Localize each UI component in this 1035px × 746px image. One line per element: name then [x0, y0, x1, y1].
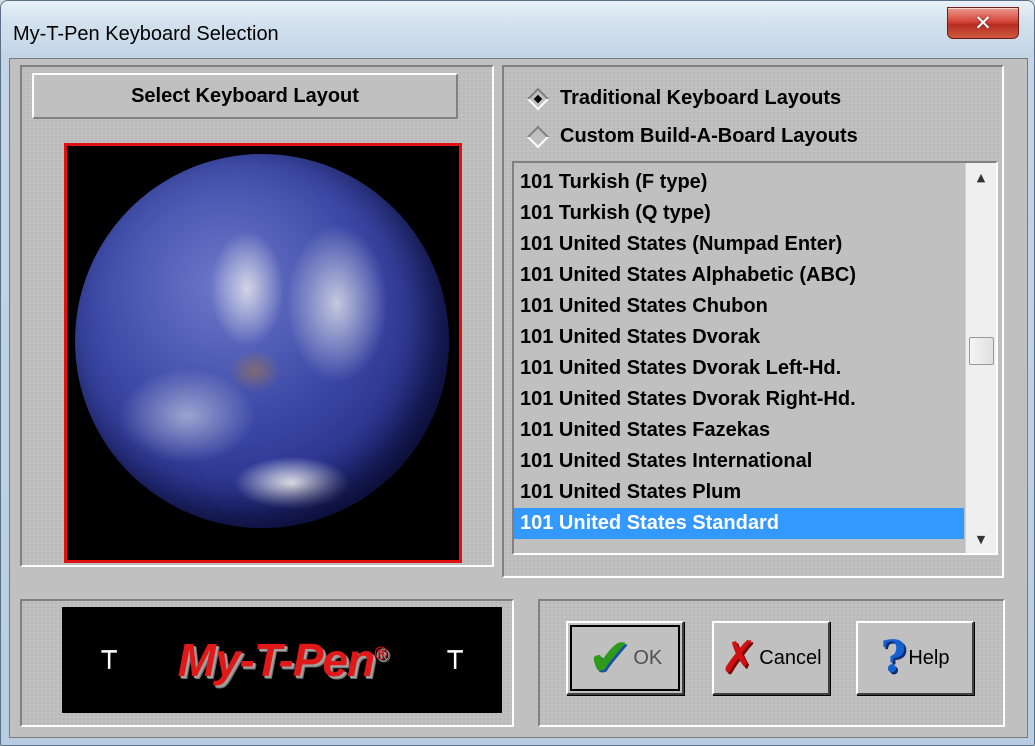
question-mark-icon: ? — [880, 632, 907, 683]
list-item[interactable]: 101 Turkish (F type) — [514, 167, 964, 198]
radio-unchecked-icon — [526, 125, 550, 148]
radio-custom-layouts[interactable]: Custom Build-A-Board Layouts — [524, 125, 858, 148]
red-x-icon: ✗ — [720, 632, 758, 683]
radio-label: Traditional Keyboard Layouts — [560, 87, 842, 109]
pen-pin-icon: ⊤ — [445, 642, 464, 677]
list-item[interactable]: 101 United States Chubon — [514, 291, 964, 322]
keyboard-layout-list[interactable]: 101 Turkish (F type) 101 Turkish (Q type)… — [512, 161, 998, 555]
list-item[interactable]: 101 United States (Numpad Enter) — [514, 229, 964, 260]
cancel-button[interactable]: ✗ Cancel — [712, 621, 830, 695]
radio-label: Custom Build-A-Board Layouts — [560, 125, 858, 147]
cancel-label: Cancel — [759, 646, 822, 669]
list-item[interactable]: 101 United States Dvorak — [514, 322, 964, 353]
list-item-selected[interactable]: 101 United States Standard — [514, 508, 964, 539]
window-title: My-T-Pen Keyboard Selection — [13, 23, 279, 45]
radio-traditional-layouts[interactable]: Traditional Keyboard Layouts — [524, 87, 841, 110]
pen-pin-icon: ⊤ — [100, 642, 119, 677]
title-bar[interactable]: My-T-Pen Keyboard Selection ✕ — [1, 1, 1034, 57]
preview-image-frame — [64, 143, 462, 563]
list-item[interactable]: 101 United States Alphabetic (ABC) — [514, 260, 964, 291]
list-items: 101 Turkish (F type) 101 Turkish (Q type)… — [514, 167, 964, 539]
ok-label: OK — [633, 646, 663, 669]
logo-text: My-T-Pen® — [177, 634, 388, 686]
list-item[interactable]: 101 Turkish (Q type) — [514, 198, 964, 229]
scroll-up-arrow-icon[interactable]: ▲ — [966, 165, 996, 189]
close-button[interactable]: ✕ — [947, 7, 1019, 39]
ok-button[interactable]: ✔ OK — [566, 621, 684, 695]
list-item[interactable]: 101 United States Fazekas — [514, 415, 964, 446]
scroll-thumb[interactable] — [969, 337, 994, 365]
help-button[interactable]: ? Help — [856, 621, 974, 695]
list-item[interactable]: 101 United States Dvorak Right-Hd. — [514, 384, 964, 415]
checkmark-icon: ✔ — [587, 628, 632, 688]
dialog-client-area: Select Keyboard Layout Traditional Keybo… — [9, 58, 1028, 738]
globe-image — [75, 154, 449, 528]
scroll-down-arrow-icon[interactable]: ▼ — [966, 527, 996, 551]
dialog-window: My-T-Pen Keyboard Selection ✕ Select Key… — [0, 0, 1035, 746]
list-item[interactable]: 101 United States International — [514, 446, 964, 477]
list-item[interactable]: 101 United States Plum — [514, 477, 964, 508]
help-label: Help — [908, 646, 950, 669]
radio-checked-icon — [526, 87, 550, 110]
list-item[interactable]: 101 United States Dvorak Left-Hd. — [514, 353, 964, 384]
product-logo: ⊤ My-T-Pen® ⊤ — [62, 607, 502, 713]
select-layout-header: Select Keyboard Layout — [32, 73, 458, 119]
close-icon: ✕ — [974, 11, 992, 35]
vertical-scrollbar[interactable]: ▲ ▼ — [965, 163, 996, 553]
